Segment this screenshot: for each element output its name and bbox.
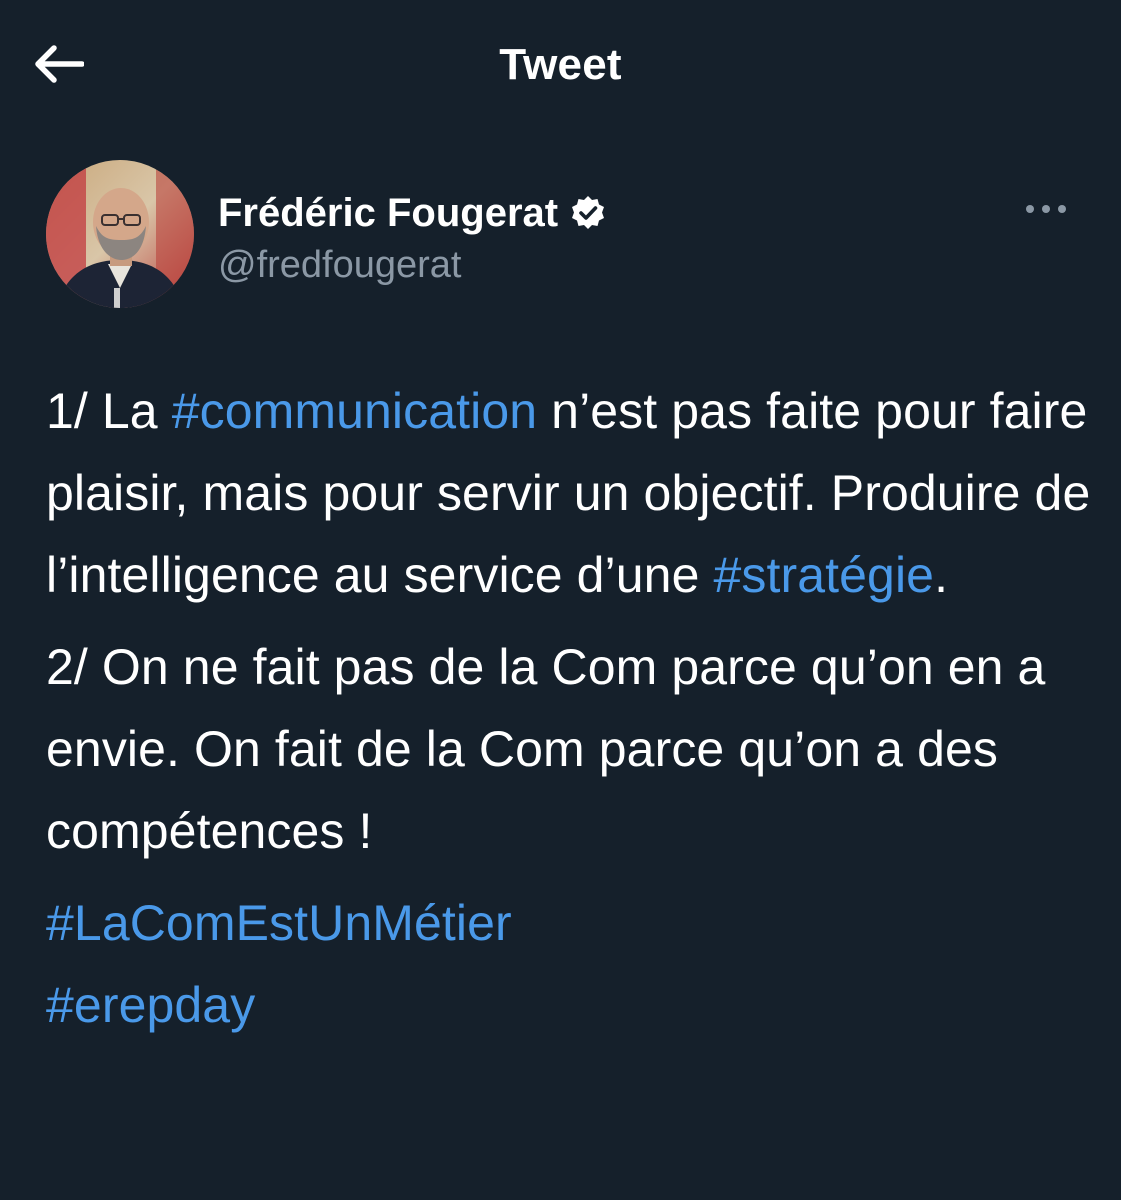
author-names: Frédéric Fougerat @fredfougerat xyxy=(218,188,606,287)
text-segment: . xyxy=(934,547,949,603)
display-name-row: Frédéric Fougerat xyxy=(218,188,606,238)
top-bar: Tweet xyxy=(0,0,1121,130)
text-segment: 1/ La xyxy=(46,383,172,439)
hashtag-link[interactable]: #erepday xyxy=(46,977,255,1033)
more-horizontal-icon xyxy=(1025,201,1067,219)
text-segment: 2/ On ne fait pas de la Com parce qu’on … xyxy=(46,639,1046,859)
avatar[interactable] xyxy=(46,160,194,308)
hashtag-link[interactable]: #communication xyxy=(172,383,537,439)
tweet-text: 1/ La #communication n’est pas faite pou… xyxy=(46,370,1096,1056)
more-options-button[interactable] xyxy=(1016,190,1076,230)
tweet-hashtags: #LaComEstUnMétier #erepday xyxy=(46,882,1096,1046)
hashtag-link[interactable]: #LaComEstUnMétier xyxy=(46,895,512,951)
display-name[interactable]: Frédéric Fougerat xyxy=(218,191,558,236)
page-title: Tweet xyxy=(499,40,622,89)
tweet-paragraph-1: 1/ La #communication n’est pas faite pou… xyxy=(46,370,1096,616)
hashtag-link[interactable]: #stratégie xyxy=(713,547,934,603)
tweet-author: Frédéric Fougerat @fredfougerat xyxy=(46,160,1076,310)
user-handle[interactable]: @fredfougerat xyxy=(218,244,606,287)
tweet-paragraph-2: 2/ On ne fait pas de la Com parce qu’on … xyxy=(46,626,1096,872)
verified-badge-icon xyxy=(570,195,606,231)
